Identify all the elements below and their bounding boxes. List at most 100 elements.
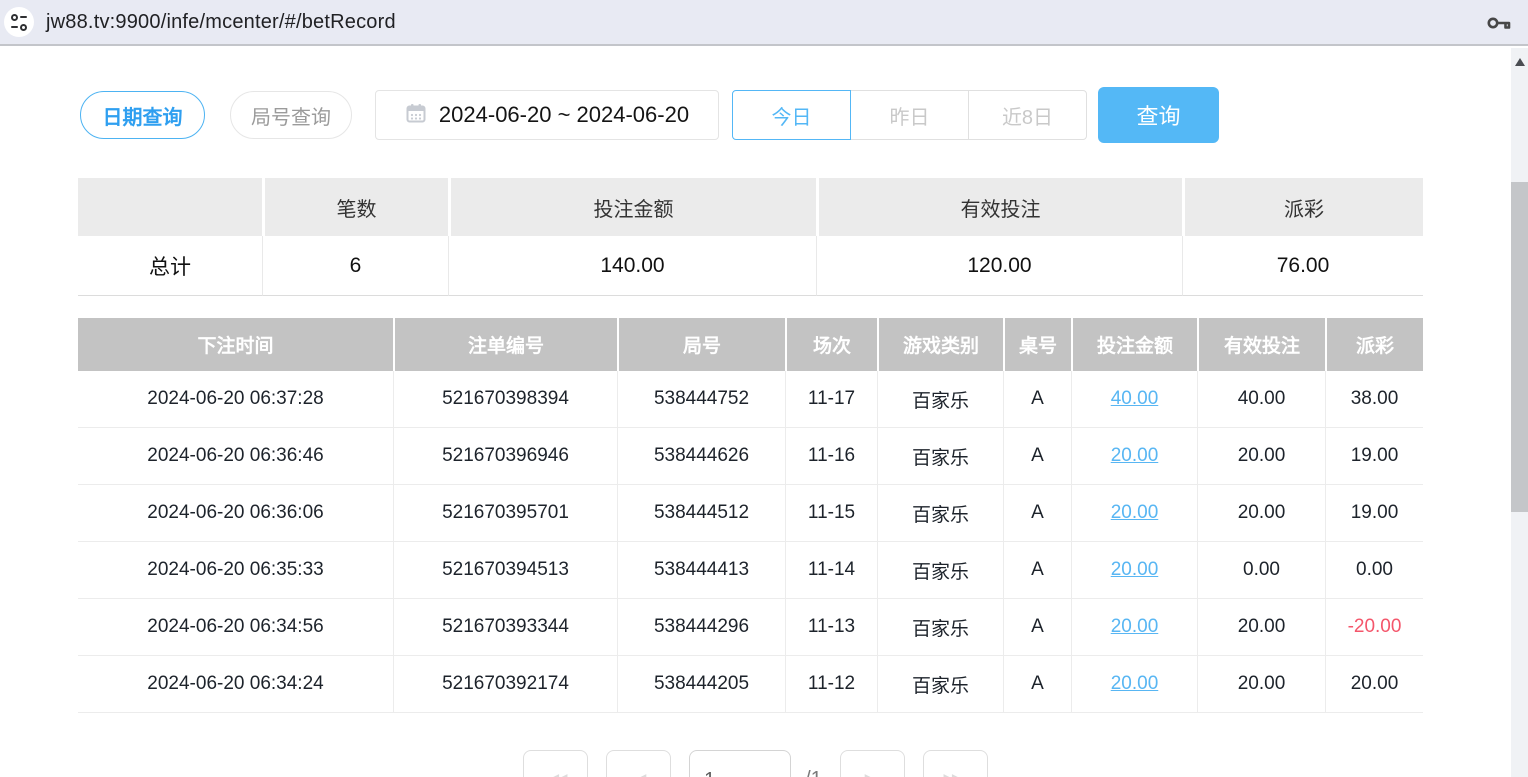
browser-address-bar: jw88.tv:9900/infe/mcenter/#/betRecord (0, 0, 1528, 46)
cell-round_no: 538444205 (617, 656, 785, 713)
site-info-button[interactable] (4, 7, 34, 37)
cell-round_no: 538444296 (617, 599, 785, 656)
cell-slip_no: 521670398394 (393, 371, 617, 428)
double-right-triangle-icon: ▶▶ (943, 768, 960, 777)
cell-round_no: 538444512 (617, 485, 785, 542)
bet-table-header-row: 下注时间注单编号局号场次游戏类别桌号投注金额有效投注派彩 (78, 318, 1423, 371)
bet-amount-link[interactable]: 20.00 (1111, 445, 1159, 466)
bet-table-header-round_no: 局号 (617, 318, 785, 371)
summary-header-blank (78, 178, 262, 236)
cell-round_no: 538444413 (617, 542, 785, 599)
cell-payout: 0.00 (1325, 542, 1423, 599)
cell-table: A (1003, 428, 1071, 485)
cell-table: A (1003, 656, 1071, 713)
left-triangle-icon: ◀ (631, 768, 646, 777)
cell-table: A (1003, 371, 1071, 428)
cell-payout: 20.00 (1325, 656, 1423, 713)
bet-amount-link[interactable]: 20.00 (1111, 559, 1159, 580)
cell-bet_amount: 20.00 (1071, 599, 1197, 656)
scrollbar-thumb[interactable] (1511, 182, 1528, 512)
cell-time: 2024-06-20 06:34:24 (78, 656, 393, 713)
cell-payout: -20.00 (1325, 599, 1423, 656)
next-page-button[interactable]: ▶ (840, 750, 905, 777)
date-query-tab[interactable]: 日期查询 (80, 91, 205, 139)
cell-bet_amount: 20.00 (1071, 485, 1197, 542)
right-triangle-icon: ▶ (865, 768, 880, 777)
summary-total-count: 6 (262, 236, 448, 296)
cell-session: 11-14 (785, 542, 877, 599)
cell-game: 百家乐 (877, 428, 1003, 485)
cell-slip_no: 521670393344 (393, 599, 617, 656)
cell-payout: 19.00 (1325, 485, 1423, 542)
pagination: ◀◀ ◀ 1 /1 ▶ ▶▶ (0, 750, 1511, 777)
cell-payout: 38.00 (1325, 371, 1423, 428)
bet-table-header-payout: 派彩 (1325, 318, 1423, 371)
round-query-tab[interactable]: 局号查询 (230, 91, 352, 139)
cell-valid_bet: 0.00 (1197, 542, 1325, 599)
table-row: 2024-06-20 06:37:28521670398394538444752… (78, 371, 1423, 428)
first-page-button[interactable]: ◀◀ (523, 750, 588, 777)
bet-table-header-valid_bet: 有效投注 (1197, 318, 1325, 371)
page-total: /1 (805, 768, 822, 777)
summary-total-bet-amount: 140.00 (448, 236, 816, 296)
summary-total-payout: 76.00 (1182, 236, 1423, 296)
bet-amount-link[interactable]: 20.00 (1111, 616, 1159, 637)
last8days-button[interactable]: 近8日 (968, 90, 1087, 140)
bet-table-header-time: 下注时间 (78, 318, 393, 371)
bet-table-header-game: 游戏类别 (877, 318, 1003, 371)
bet-table-header-slip_no: 注单编号 (393, 318, 617, 371)
cell-time: 2024-06-20 06:36:06 (78, 485, 393, 542)
summary-total-row: 总计 6 140.00 120.00 76.00 (78, 236, 1423, 296)
search-button[interactable]: 查询 (1098, 87, 1219, 143)
cell-time: 2024-06-20 06:34:56 (78, 599, 393, 656)
bet-table-header-session: 场次 (785, 318, 877, 371)
cell-game: 百家乐 (877, 599, 1003, 656)
cell-round_no: 538444752 (617, 371, 785, 428)
key-icon[interactable] (1486, 11, 1512, 35)
cell-game: 百家乐 (877, 485, 1003, 542)
yesterday-button[interactable]: 昨日 (850, 90, 969, 140)
cell-slip_no: 521670396946 (393, 428, 617, 485)
summary-total-valid-bet: 120.00 (816, 236, 1182, 296)
cell-session: 11-17 (785, 371, 877, 428)
url-text[interactable]: jw88.tv:9900/infe/mcenter/#/betRecord (46, 11, 396, 34)
cell-bet_amount: 20.00 (1071, 656, 1197, 713)
cell-payout: 19.00 (1325, 428, 1423, 485)
cell-session: 11-16 (785, 428, 877, 485)
date-range-picker[interactable]: 2024-06-20 ~ 2024-06-20 (375, 90, 719, 140)
cell-game: 百家乐 (877, 542, 1003, 599)
page-select[interactable]: 1 (689, 750, 791, 777)
triangle-up-icon[interactable] (1515, 58, 1525, 66)
cell-valid_bet: 20.00 (1197, 599, 1325, 656)
cell-session: 11-15 (785, 485, 877, 542)
cell-time: 2024-06-20 06:35:33 (78, 542, 393, 599)
today-button[interactable]: 今日 (732, 90, 851, 140)
cell-time: 2024-06-20 06:37:28 (78, 371, 393, 428)
cell-table: A (1003, 599, 1071, 656)
chevron-down-icon (764, 773, 778, 777)
bet-amount-link[interactable]: 40.00 (1111, 388, 1159, 409)
cell-valid_bet: 20.00 (1197, 485, 1325, 542)
cell-bet_amount: 20.00 (1071, 542, 1197, 599)
summary-header-payout: 派彩 (1182, 178, 1423, 236)
table-row: 2024-06-20 06:36:46521670396946538444626… (78, 428, 1423, 485)
cell-slip_no: 521670392174 (393, 656, 617, 713)
scrollbar[interactable] (1511, 48, 1528, 777)
bet-record-table: 下注时间注单编号局号场次游戏类别桌号投注金额有效投注派彩 2024-06-20 … (78, 318, 1423, 713)
table-row: 2024-06-20 06:36:06521670395701538444512… (78, 485, 1423, 542)
summary-header-count: 笔数 (262, 178, 448, 236)
filter-row: 日期查询 局号查询 2024-06-20 ~ 2024-06-20 今日 昨日 … (80, 86, 1511, 144)
bet-amount-link[interactable]: 20.00 (1111, 673, 1159, 694)
cell-slip_no: 521670394513 (393, 542, 617, 599)
last-page-button[interactable]: ▶▶ (923, 750, 988, 777)
summary-header-valid-bet: 有效投注 (816, 178, 1182, 236)
cell-bet_amount: 40.00 (1071, 371, 1197, 428)
cell-slip_no: 521670395701 (393, 485, 617, 542)
bet-amount-link[interactable]: 20.00 (1111, 502, 1159, 523)
cell-time: 2024-06-20 06:36:46 (78, 428, 393, 485)
bet-table-header-bet_amount: 投注金额 (1071, 318, 1197, 371)
table-row: 2024-06-20 06:35:33521670394513538444413… (78, 542, 1423, 599)
prev-page-button[interactable]: ◀ (606, 750, 671, 777)
table-row: 2024-06-20 06:34:56521670393344538444296… (78, 599, 1423, 656)
summary-header-row: 笔数 投注金额 有效投注 派彩 (78, 178, 1423, 236)
